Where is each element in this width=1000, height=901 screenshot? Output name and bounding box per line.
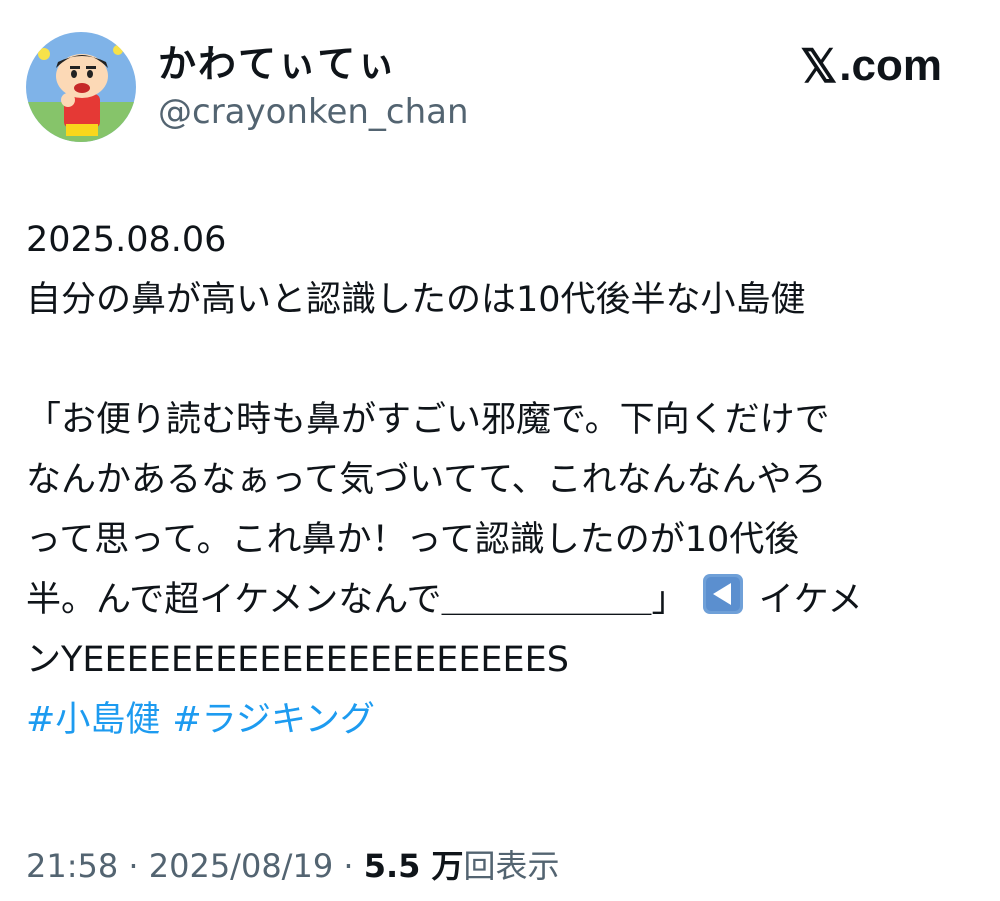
- tweet-line: ンYEEEEEEEEEEEEEEEEEEEEES: [26, 640, 569, 680]
- hashtag-list: #小島健 #ラジキング: [26, 690, 976, 750]
- x-brand-logo: 𝕏 .com: [800, 40, 942, 92]
- tweet-quote-line: って思って。これ鼻か！って認識したのが10代後: [26, 520, 800, 560]
- brand-domain: .com: [839, 41, 942, 90]
- views-label: 回表示: [463, 847, 560, 885]
- post-date[interactable]: 2025/08/19: [149, 847, 333, 885]
- post-time[interactable]: 21:58: [26, 847, 118, 885]
- tweet-quote-line: 「お便り読む時も鼻がすごい邪魔で。下向くだけで: [26, 400, 830, 440]
- separator: ·: [118, 847, 149, 885]
- tweet-text-fragment: イケメ: [758, 580, 863, 620]
- views-count: 5.5 万: [363, 847, 464, 885]
- back-arrow-icon: [702, 574, 743, 614]
- user-handle[interactable]: @crayonken_chan: [158, 90, 469, 134]
- hashtag-link[interactable]: #ラジキング: [172, 700, 375, 740]
- separator: ·: [333, 847, 364, 885]
- tweet-quote-line-with-arrow: 半。んで超イケメンなんで＿＿＿＿＿＿」 イケメ: [26, 570, 976, 630]
- x-logo-icon: 𝕏: [800, 40, 838, 92]
- tweet-quote-line: なんかあるなぁって気づいてて、これなんなんやろ: [26, 460, 827, 500]
- tweet-meta: 21:58 · 2025/08/19 · 5.5 万回表示: [26, 840, 560, 892]
- hashtag-link[interactable]: #小島健: [26, 700, 160, 740]
- display-name[interactable]: かわてぃてぃ: [158, 40, 397, 88]
- cartoon-avatar-icon: [26, 32, 136, 142]
- tweet-quote-line: 半。んで超イケメンなんで＿＿＿＿＿＿」: [26, 580, 687, 620]
- avatar[interactable]: [26, 32, 136, 142]
- tweet-line: 自分の鼻が高いと認識したのは10代後半な小島健: [26, 280, 806, 320]
- tweet-date-line: 2025.08.06: [26, 220, 227, 260]
- tweet-text: 2025.08.06 自分の鼻が高いと認識したのは10代後半な小島健 「お便り読…: [26, 210, 976, 750]
